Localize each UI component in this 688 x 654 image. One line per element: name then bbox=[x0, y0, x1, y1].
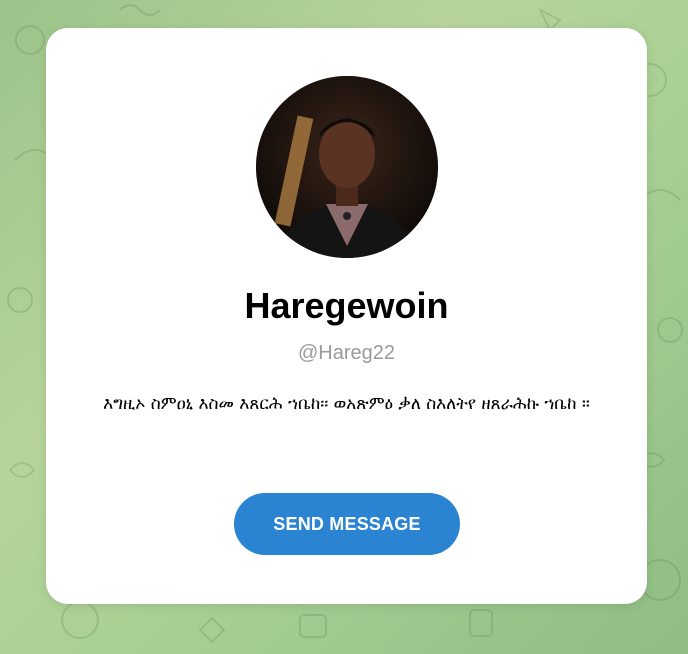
profile-name: Haregewoin bbox=[244, 285, 449, 326]
send-message-button[interactable]: SEND MESSAGE bbox=[234, 493, 460, 555]
profile-bio: እግዚኦ ስምዐኒ እስመ እጸርሕ ኀቤከ፡፡ ወአጽምዕ ቃለ ስእለትየ … bbox=[103, 394, 590, 414]
profile-username: @Hareg22 bbox=[297, 342, 396, 364]
profile-card: Haregewoin @Hareg22 እግዚኦ ስምዐኒ እስመ እጸርሕ ኀ… bbox=[46, 28, 647, 604]
avatar bbox=[256, 76, 438, 258]
user-photo-icon bbox=[256, 76, 438, 258]
